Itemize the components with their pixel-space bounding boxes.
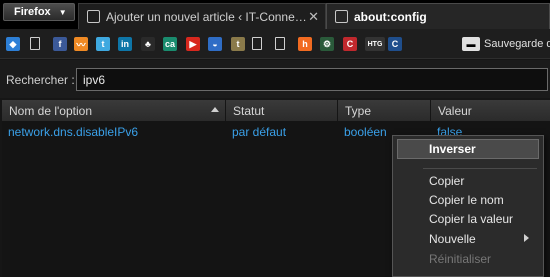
weather-icon[interactable]: ◒ (208, 37, 222, 51)
analytics-icon[interactable]: 〰 (74, 37, 88, 51)
chevron-down-icon: ▼ (58, 7, 67, 17)
menu-item-copier-la-valeur[interactable]: Copier la valeur (393, 209, 543, 229)
bookmark-icon-11[interactable]: t (231, 37, 245, 51)
column-header-type[interactable]: Type (338, 100, 431, 121)
page-icon-2[interactable] (252, 37, 262, 50)
submenu-arrow-icon (524, 234, 529, 242)
close-icon[interactable]: ✕ (308, 9, 319, 25)
menu-item-copier[interactable]: Copier (393, 171, 543, 191)
bookmark-icon-18[interactable]: C (388, 37, 402, 51)
column-header-label: Statut (233, 103, 265, 118)
twitter-icon[interactable]: t (96, 37, 110, 51)
tab-strip: Firefox ▼ Ajouter un nouvel article ‹ IT… (0, 0, 550, 29)
firefox-menu-label: Firefox (14, 6, 51, 18)
column-header-status[interactable]: Statut (226, 100, 338, 121)
firefox-menu-button[interactable]: Firefox ▼ (3, 3, 75, 21)
bookmark-icon-15[interactable]: ⚙ (320, 37, 334, 51)
tab-title: Ajouter un nouvel article ‹ IT-Conne… (106, 9, 307, 24)
youtube-icon[interactable]: ▶ (186, 37, 200, 51)
column-header-name[interactable]: Nom de l'option (2, 100, 226, 121)
menu-item-inverser[interactable]: Inverser (397, 139, 539, 159)
search-label: Rechercher : (6, 73, 75, 87)
tab-title: about:config (354, 9, 427, 24)
page-icon (87, 10, 100, 23)
facebook-icon[interactable]: f (53, 37, 67, 51)
menu-item-label: Nouvelle (429, 232, 476, 246)
search-input[interactable] (76, 68, 548, 91)
htg-icon[interactable]: HTG (365, 37, 385, 51)
credit-agricole-icon[interactable]: ca (163, 37, 177, 51)
toggle-icon[interactable]: ▬ (462, 37, 480, 51)
dropbox-icon[interactable]: ◆ (6, 37, 20, 51)
column-header-label: Valeur (438, 103, 472, 118)
sort-ascending-icon (211, 107, 219, 112)
column-header-label: Type (345, 103, 372, 118)
bookmark-icon-16[interactable]: C (343, 37, 357, 51)
context-menu: Inverser Copier Copier le nom Copier la … (392, 135, 544, 277)
bookmarks-toolbar: ◆f〰tin♣ca▶◒th⚙CHTGC▬ Sauvegarde de (0, 29, 550, 59)
page-icon-3[interactable] (275, 37, 285, 50)
column-header-value[interactable]: Valeur (431, 100, 550, 121)
pref-name-cell: network.dns.disableIPv6 (8, 124, 139, 139)
pref-status-cell: par défaut (232, 124, 287, 139)
bookmark-icon-6[interactable]: ♣ (141, 37, 155, 51)
column-header-label: Nom de l'option (9, 103, 93, 118)
menu-separator (423, 168, 537, 169)
tab-about-config[interactable]: about:config (326, 3, 550, 29)
search-bar: Rechercher : (0, 60, 550, 98)
menu-item-copier-le-nom[interactable]: Copier le nom (393, 190, 543, 210)
bookmark-sauvegarde[interactable]: Sauvegarde de (484, 38, 550, 50)
page-icon (335, 10, 348, 23)
page-icon[interactable] (30, 37, 40, 50)
linkedin-icon[interactable]: in (118, 37, 132, 51)
menu-item-nouvelle[interactable]: Nouvelle (393, 229, 543, 249)
preferences-table-header: Nom de l'option Statut Type Valeur (2, 100, 550, 121)
tab-ajouter-article[interactable]: Ajouter un nouvel article ‹ IT-Conne… ✕ (78, 3, 326, 29)
hootsuite-icon[interactable]: h (298, 37, 312, 51)
menu-item-reinitialiser: Réinitialiser (429, 252, 492, 266)
